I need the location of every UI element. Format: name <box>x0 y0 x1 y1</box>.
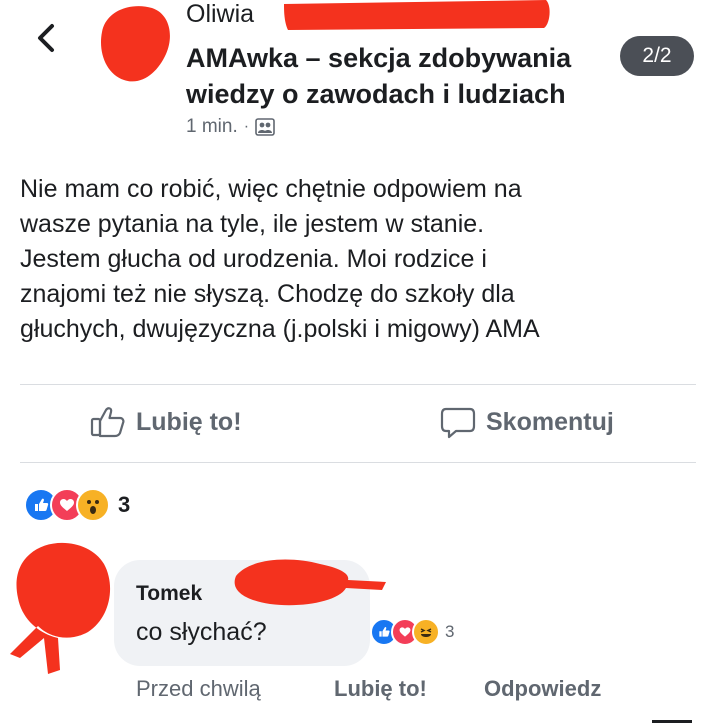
chevron-left-icon <box>38 24 54 52</box>
post-meta: 1 min. · <box>186 116 275 138</box>
redacted-commenter-avatar <box>10 542 111 674</box>
comment-reply-button[interactable]: Odpowiedz <box>484 676 601 702</box>
post-reactions[interactable]: 3 <box>24 488 130 522</box>
redaction-scribble <box>284 0 550 30</box>
comment-bubble-icon <box>440 407 476 439</box>
like-button[interactable]: Lubię to! <box>90 405 242 439</box>
home-indicator <box>652 720 692 723</box>
comment-reaction-count: 3 <box>445 622 455 641</box>
comment-text: co słychać? <box>136 618 267 646</box>
thumbs-up-icon <box>90 407 125 438</box>
meta-separator: · <box>243 118 250 135</box>
comment-like-button[interactable]: Lubię to! <box>334 676 427 702</box>
redaction-scribble <box>234 559 386 606</box>
comment-reactions[interactable]: 3 <box>370 618 454 646</box>
post-time[interactable]: 1 min. <box>186 116 238 138</box>
like-button-label: Lubię to! <box>136 407 242 436</box>
reaction-count: 3 <box>118 492 131 517</box>
comment-button[interactable]: Skomentuj <box>440 405 614 439</box>
divider <box>20 462 696 463</box>
haha-reaction-icon <box>412 618 440 646</box>
divider <box>20 384 696 385</box>
wow-reaction-icon <box>76 488 110 522</box>
post-text: Nie mam co robić, więc chętnie odpowiem … <box>20 175 540 343</box>
comment-author-name[interactable]: Tomek <box>136 582 202 606</box>
image-counter-badge: 2/2 <box>620 36 694 76</box>
group-name[interactable]: AMAwka – sekcja zdobywania wiedzy o zawo… <box>186 40 616 112</box>
comment-button-label: Skomentuj <box>486 407 614 436</box>
comment-time: Przed chwilą <box>136 676 261 701</box>
back-button[interactable] <box>30 18 64 58</box>
group-audience-icon <box>255 118 275 136</box>
post-author-name[interactable]: Oliwia <box>186 0 254 29</box>
redacted-avatar <box>100 6 170 82</box>
